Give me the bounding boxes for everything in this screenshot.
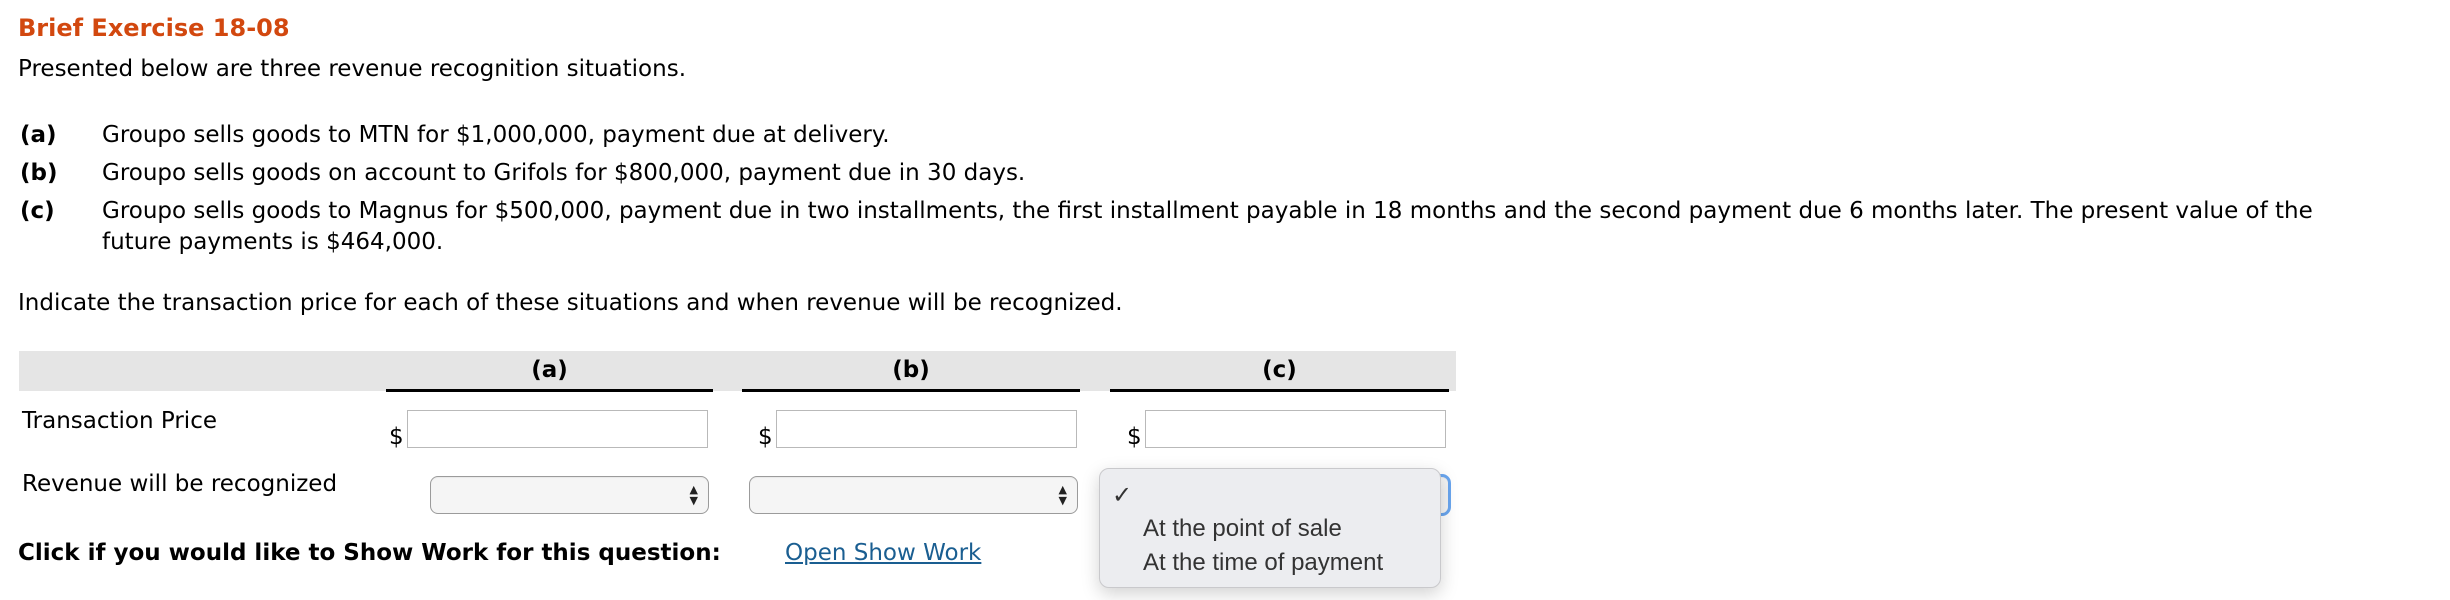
show-work-prompt: Click if you would like to Show Work for… xyxy=(18,540,721,566)
situation-a-label: (a) xyxy=(20,122,57,148)
currency-symbol-a: $ xyxy=(389,424,404,450)
situation-a-text: Groupo sells goods to MTN for $1,000,000… xyxy=(102,122,890,148)
dropdown-option-blank[interactable] xyxy=(1143,479,1423,507)
instruction-text: Indicate the transaction price for each … xyxy=(18,290,1123,316)
dropdown-menu: ✓ At the point of sale At the time of pa… xyxy=(1099,468,1441,588)
dropdown-option-time-of-payment[interactable]: At the time of payment xyxy=(1143,549,1383,577)
revenue-recognized-select-b[interactable]: ▲ ▼ xyxy=(749,476,1078,514)
revenue-recognized-select-a[interactable]: ▲ ▼ xyxy=(430,476,709,514)
situation-b-text: Groupo sells goods on account to Grifols… xyxy=(102,160,1026,186)
select-arrows-icon: ▲ ▼ xyxy=(689,483,698,507)
column-header-a: (a) xyxy=(386,353,713,392)
situation-c-label: (c) xyxy=(20,198,55,224)
column-header-c: (c) xyxy=(1110,353,1449,392)
situation-b-label: (b) xyxy=(20,160,58,186)
select-arrows-icon: ▲ ▼ xyxy=(1058,483,1067,507)
currency-symbol-c: $ xyxy=(1127,424,1142,450)
situation-c-text-cont: future payments is $464,000. xyxy=(102,229,444,255)
transaction-price-label: Transaction Price xyxy=(22,408,217,434)
checkmark-icon: ✓ xyxy=(1112,481,1133,509)
intro-text: Presented below are three revenue recogn… xyxy=(18,56,686,82)
situation-c-text: Groupo sells goods to Magnus for $500,00… xyxy=(102,198,2313,224)
transaction-price-input-c[interactable] xyxy=(1145,410,1446,448)
dropdown-option-point-of-sale[interactable]: At the point of sale xyxy=(1143,515,1342,543)
currency-symbol-b: $ xyxy=(758,424,773,450)
revenue-recognized-label: Revenue will be recognized xyxy=(22,471,338,497)
open-show-work-link[interactable]: Open Show Work xyxy=(785,540,981,566)
transaction-price-input-b[interactable] xyxy=(776,410,1077,448)
column-header-b: (b) xyxy=(742,353,1080,392)
exercise-title: Brief Exercise 18-08 xyxy=(18,14,290,42)
transaction-price-input-a[interactable] xyxy=(407,410,708,448)
